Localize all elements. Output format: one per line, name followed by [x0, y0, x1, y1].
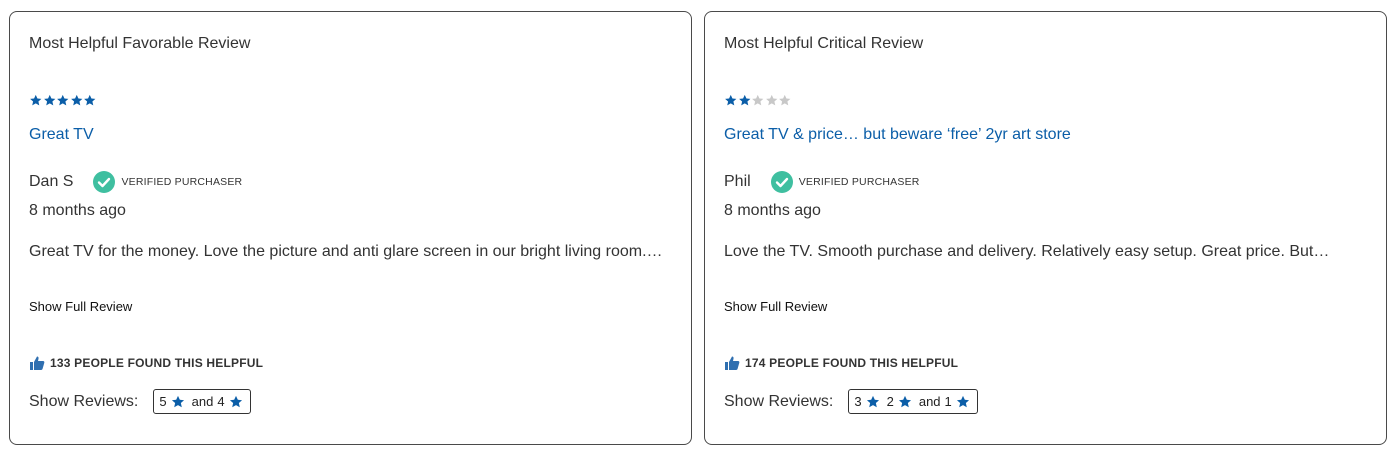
favorable-show-reviews: Show Reviews: 5 and 4	[29, 389, 251, 414]
filter-rating-4: 4	[217, 394, 225, 409]
verified-purchaser-label: VERIFIED PURCHASER	[121, 176, 243, 188]
star-filled-icon	[30, 94, 42, 106]
favorable-review-date: 8 months ago	[29, 202, 126, 219]
star-filled-icon	[57, 94, 69, 106]
star-empty-icon	[779, 94, 791, 106]
filter-rating-1: 1	[944, 394, 952, 409]
star-filled-icon	[725, 94, 737, 106]
star-icon	[956, 395, 969, 407]
verified-check-icon	[93, 171, 116, 193]
favorable-review-title-link[interactable]: Great TV	[29, 126, 94, 144]
favorable-verified-badge: VERIFIED PURCHASER	[93, 171, 242, 193]
critical-review-date: 8 months ago	[724, 202, 821, 219]
critical-review-title-link[interactable]: Great TV & price… but beware ‘free’ 2yr …	[724, 126, 1071, 144]
show-5-and-4-star-reviews-button[interactable]: 5 and 4	[153, 389, 251, 414]
filter-rating-3: 3	[854, 394, 862, 409]
critical-author-row: Phil VERIFIED PURCHASER	[724, 171, 920, 193]
favorable-star-rating	[29, 94, 97, 107]
verified-check-icon	[770, 171, 793, 193]
favorable-review-card: Most Helpful Favorable Review Great TV D…	[9, 11, 692, 445]
thumbs-up-icon	[30, 356, 45, 370]
favorable-show-full-review-link[interactable]: Show Full Review	[29, 299, 132, 314]
filter-and-label: and	[191, 394, 214, 409]
filter-rating-2: 2	[886, 394, 894, 409]
filter-rating-5: 5	[159, 394, 167, 409]
favorable-helpful-text: 133 PEOPLE FOUND THIS HELPFUL	[50, 356, 264, 370]
critical-helpful-count: 174 PEOPLE FOUND THIS HELPFUL	[724, 355, 958, 371]
show-reviews-label: Show Reviews:	[29, 392, 139, 410]
review-highlights: Most Helpful Favorable Review Great TV D…	[0, 0, 1396, 455]
filter-and-label: and	[918, 394, 941, 409]
show-3-2-and-1-star-reviews-button[interactable]: 3 2 and 1	[848, 389, 978, 414]
critical-verified-badge: VERIFIED PURCHASER	[770, 171, 920, 193]
favorable-review-heading: Most Helpful Favorable Review	[29, 35, 251, 52]
star-filled-icon	[43, 94, 55, 106]
critical-star-rating	[724, 94, 792, 107]
star-filled-icon	[738, 94, 750, 106]
critical-show-reviews: Show Reviews: 3 2 and 1	[724, 389, 978, 414]
favorable-author-name: Dan S	[29, 173, 74, 190]
thumbs-up-icon	[725, 356, 740, 370]
star-icon	[866, 395, 879, 407]
favorable-author-row: Dan S VERIFIED PURCHASER	[29, 171, 242, 193]
critical-show-full-review-link[interactable]: Show Full Review	[724, 299, 827, 314]
star-empty-icon	[765, 94, 777, 106]
favorable-review-snippet: Great TV for the money. Love the picture…	[29, 243, 663, 260]
verified-purchaser-label: VERIFIED PURCHASER	[798, 176, 920, 188]
star-empty-icon	[752, 94, 764, 106]
critical-review-heading: Most Helpful Critical Review	[724, 35, 924, 52]
show-reviews-label: Show Reviews:	[724, 392, 834, 410]
star-icon	[229, 395, 242, 407]
star-filled-icon	[84, 94, 96, 106]
critical-review-card: Most Helpful Critical Review Great TV & …	[704, 11, 1387, 445]
star-icon	[898, 395, 911, 407]
critical-author-name: Phil	[724, 173, 751, 190]
star-filled-icon	[70, 94, 82, 106]
critical-helpful-text: 174 PEOPLE FOUND THIS HELPFUL	[745, 356, 959, 370]
star-icon	[171, 395, 184, 407]
favorable-helpful-count: 133 PEOPLE FOUND THIS HELPFUL	[29, 355, 263, 371]
critical-review-snippet: Love the TV. Smooth purchase and deliver…	[724, 243, 1330, 260]
